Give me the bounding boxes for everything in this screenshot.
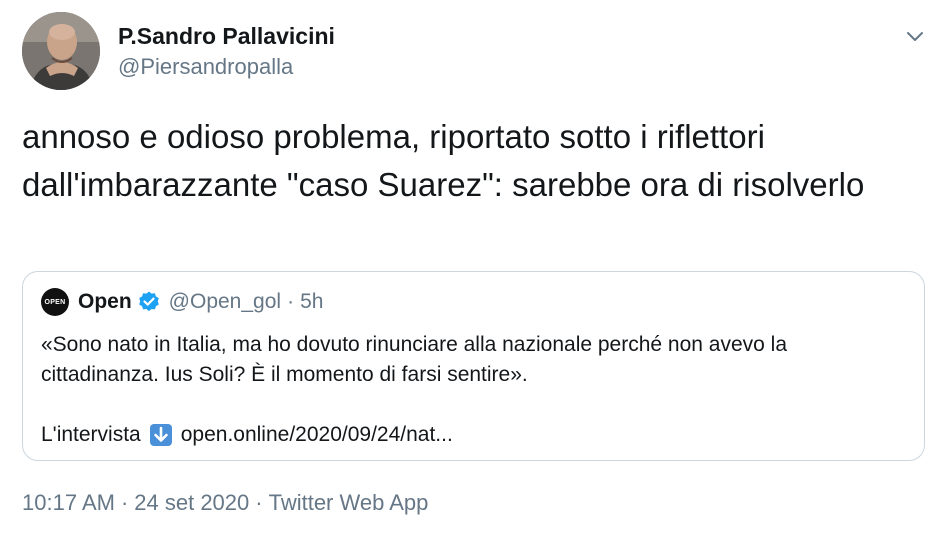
tweet-text: annoso e odioso problema, riportato sott…: [22, 118, 865, 203]
quoted-tweet[interactable]: OPEN Open @Open_gol · 5h «Sono nato in I…: [22, 271, 925, 461]
tweet-time[interactable]: 10:17 AM: [22, 490, 115, 515]
chevron-down-icon[interactable]: [903, 24, 927, 48]
footer-separator: ·: [120, 490, 129, 515]
quoted-link-line: L'intervista open.online/2020/09/24/nat.…: [41, 420, 453, 450]
quoted-link-prefix: L'intervista: [41, 423, 141, 446]
tweet-footer: 10:17 AM · 24 set 2020 · Twitter Web App: [22, 489, 428, 517]
footer-separator-2: ·: [255, 490, 263, 515]
author-info: P.Sandro Pallavicini @Piersandropalla: [118, 22, 335, 82]
quoted-avatar: OPEN: [41, 288, 69, 316]
tweet-card: P.Sandro Pallavicini @Piersandropalla an…: [0, 0, 951, 543]
tweet-date[interactable]: 24 set 2020: [134, 490, 249, 515]
quoted-handle: @Open_gol: [168, 290, 282, 313]
tweet-source[interactable]: Twitter Web App: [269, 490, 429, 515]
quoted-display-name: Open: [78, 290, 132, 313]
quoted-timestamp: 5h: [300, 290, 324, 313]
verified-badge-icon: [138, 291, 159, 312]
quoted-link[interactable]: open.online/2020/09/24/nat...: [181, 420, 453, 450]
author-handle[interactable]: @Piersandropalla: [118, 52, 335, 82]
down-arrow-emoji-icon: [149, 424, 172, 446]
avatar-photo: [22, 12, 100, 90]
quoted-separator: ·: [287, 290, 295, 313]
quoted-tweet-body: «Sono nato in Italia, ma ho dovuto rinun…: [41, 333, 788, 386]
tweet-header: P.Sandro Pallavicini @Piersandropalla: [22, 12, 931, 92]
author-display-name[interactable]: P.Sandro Pallavicini: [118, 22, 335, 50]
quoted-tweet-header: OPEN Open @Open_gol · 5h: [41, 288, 323, 316]
author-avatar[interactable]: [22, 12, 100, 90]
quoted-avatar-text: OPEN: [44, 298, 66, 306]
